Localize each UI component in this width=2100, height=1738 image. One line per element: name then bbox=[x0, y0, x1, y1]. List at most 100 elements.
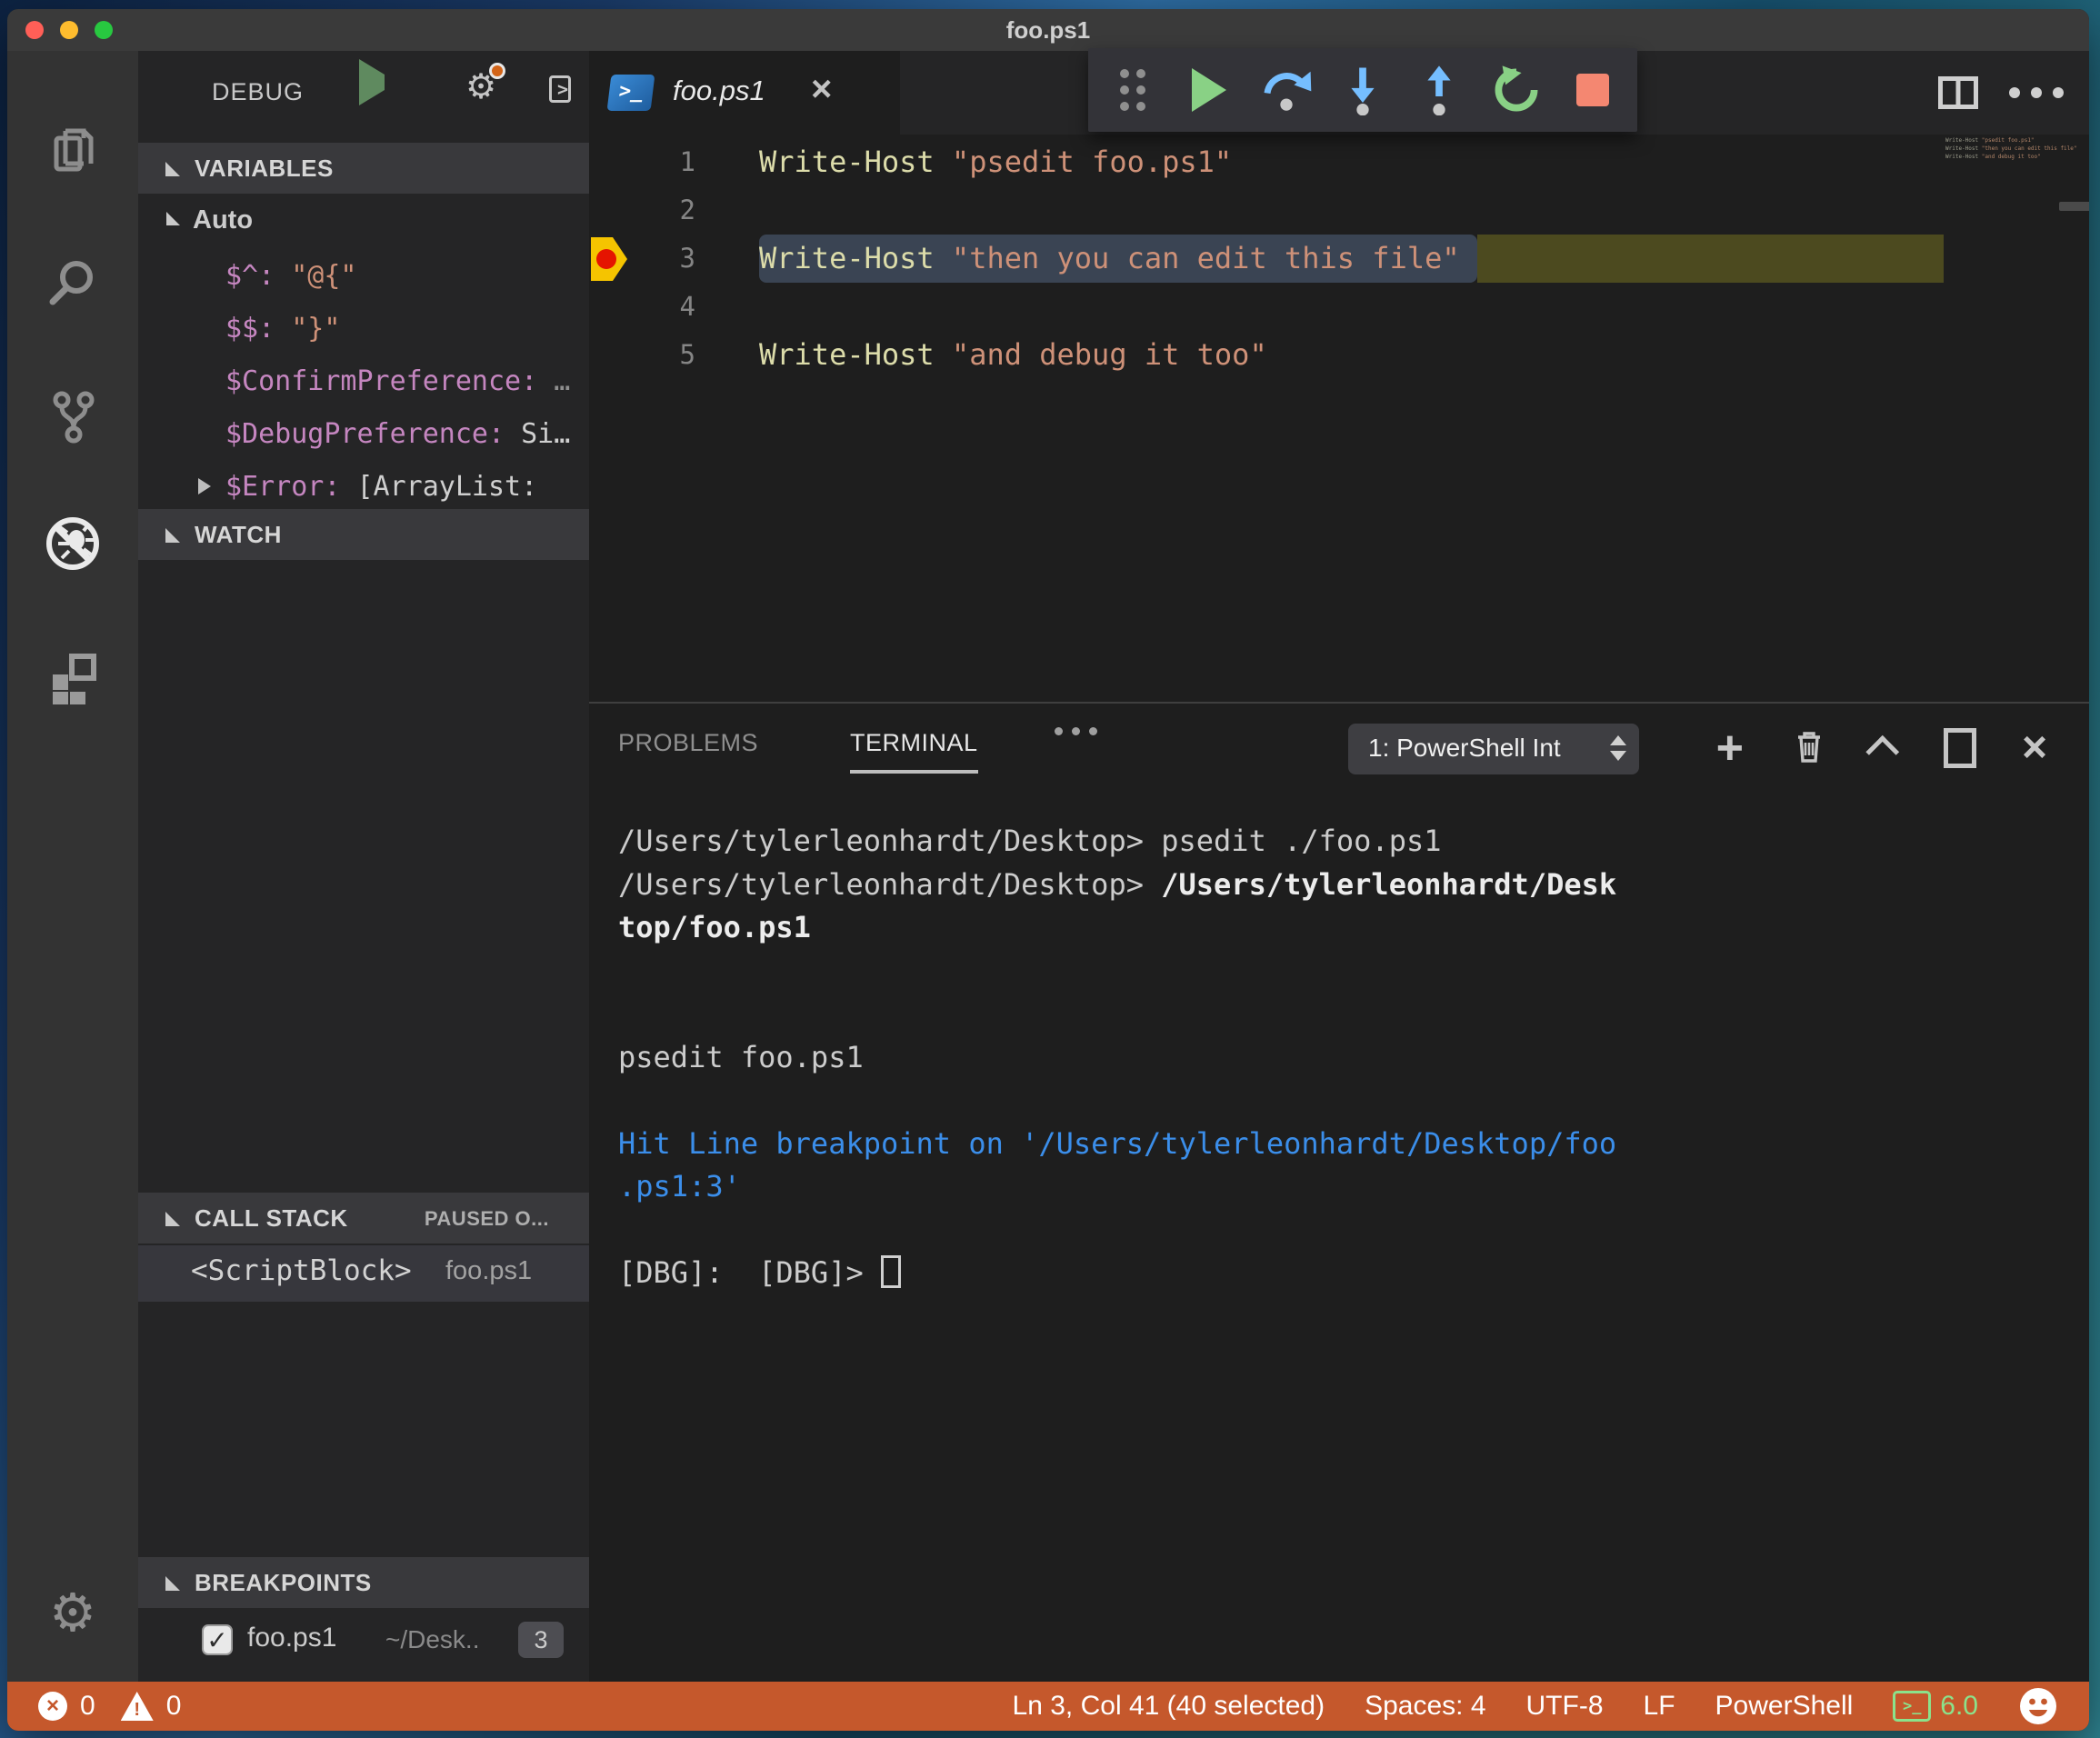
status-bar: × 0 ! 0 Ln 3, Col 41 (40 selected) Space… bbox=[7, 1682, 2089, 1731]
desktop-background: foo.ps1 ⚙ DEBUG ⚙ > VARIABLES Auto $^: "… bbox=[0, 0, 2100, 1738]
debug-toolbar bbox=[1088, 48, 1637, 132]
encoding[interactable]: UTF-8 bbox=[1526, 1691, 1604, 1722]
vscode-window: foo.ps1 ⚙ DEBUG ⚙ > VARIABLES Auto $^: "… bbox=[7, 9, 2089, 1731]
code-line[interactable]: 3 Write-Host "then you can edit this file… bbox=[589, 235, 2089, 283]
terminal-line: /Users/tylerleonhardt/Desktop> psedit ./… bbox=[618, 824, 1442, 858]
collapse-triangle-icon bbox=[165, 1212, 180, 1226]
errors-icon[interactable]: × bbox=[38, 1692, 67, 1721]
stop-button[interactable] bbox=[1565, 62, 1621, 118]
debug-sidebar: DEBUG ⚙ > VARIABLES Auto $^: "@{" $$: "}"… bbox=[138, 51, 589, 1682]
configure-gear-icon[interactable]: ⚙ bbox=[465, 63, 506, 104]
terminal-line: /Users/tylerleonhardt/Desktop> /Users/ty… bbox=[618, 866, 1617, 902]
panel-more-tabs-icon[interactable] bbox=[1055, 727, 1097, 735]
breakpoints-section-header[interactable]: BREAKPOINTS bbox=[138, 1557, 589, 1608]
line-number: 5 bbox=[679, 339, 695, 370]
debug-sidebar-header: DEBUG ⚙ > bbox=[138, 51, 589, 138]
terminal-line: psedit foo.ps1 bbox=[618, 1039, 864, 1074]
terminal-line: .ps1:3' bbox=[618, 1169, 741, 1204]
code-line[interactable]: 2 bbox=[589, 186, 2089, 235]
select-arrows-icon bbox=[1610, 735, 1626, 761]
collapse-triangle-icon bbox=[165, 528, 180, 543]
tab-problems[interactable]: PROBLEMS bbox=[618, 729, 758, 757]
debug-icon[interactable] bbox=[44, 514, 102, 573]
cursor-position[interactable]: Ln 3, Col 41 (40 selected) bbox=[1013, 1691, 1325, 1722]
restart-button[interactable] bbox=[1488, 62, 1545, 118]
breakpoint-checkbox[interactable]: ✓ bbox=[202, 1624, 233, 1655]
step-over-button[interactable] bbox=[1258, 62, 1315, 118]
call-stack-status: PAUSED O... bbox=[424, 1207, 549, 1230]
terminal-line: Hit Line breakpoint on '/Users/tylerleon… bbox=[618, 1125, 1617, 1161]
variable-row[interactable]: $Error: [ArrayList: bbox=[138, 464, 589, 509]
debug-console-icon[interactable]: > bbox=[549, 75, 572, 103]
editor-group: >_ foo.ps1 × 1 Write-Host "psedit foo.ps1… bbox=[589, 51, 2089, 1682]
step-out-button[interactable] bbox=[1411, 62, 1467, 118]
start-debug-icon[interactable] bbox=[359, 59, 385, 105]
toolbar-drag-handle[interactable] bbox=[1105, 62, 1161, 118]
maximize-panel-icon[interactable] bbox=[1865, 734, 1900, 769]
bottom-panel: PROBLEMS TERMINAL 1: PowerShell Int + × bbox=[589, 702, 2089, 1682]
terminal-select[interactable]: 1: PowerShell Int bbox=[1348, 724, 1639, 774]
powershell-version[interactable]: >_ 6.0 bbox=[1893, 1691, 1978, 1722]
variables-scope-auto[interactable]: Auto bbox=[138, 195, 589, 246]
tab-close-icon[interactable]: × bbox=[811, 69, 832, 110]
warnings-count[interactable]: 0 bbox=[166, 1691, 182, 1722]
gear-badge bbox=[489, 63, 506, 79]
split-terminal-icon[interactable] bbox=[1943, 728, 1976, 768]
code-line[interactable]: 4 bbox=[589, 283, 2089, 331]
terminal-line: [DBG]: [DBG]> bbox=[618, 1252, 2071, 1295]
language-mode[interactable]: PowerShell bbox=[1715, 1691, 1854, 1722]
variable-value: "@{" bbox=[291, 260, 357, 292]
breakpoint-line-badge: 3 bbox=[518, 1622, 564, 1658]
variable-row[interactable]: $^: "@{" bbox=[138, 253, 589, 304]
feedback-smiley-icon[interactable] bbox=[2018, 1686, 2058, 1726]
tab-foo-ps1[interactable]: >_ foo.ps1 × bbox=[589, 51, 900, 135]
variable-name: $$: bbox=[225, 313, 292, 345]
continue-button[interactable] bbox=[1181, 62, 1237, 118]
code-text: Write-Host "then you can edit this file" bbox=[759, 241, 1460, 275]
split-editor-icon[interactable] bbox=[1938, 76, 1978, 109]
sidebar-title: DEBUG bbox=[212, 78, 305, 105]
variable-row[interactable]: $DebugPreference: Si… bbox=[138, 411, 589, 462]
terminal-cursor bbox=[880, 1255, 901, 1288]
variable-row[interactable]: $$: "}" bbox=[138, 305, 589, 356]
expand-chevron-icon[interactable] bbox=[198, 478, 211, 494]
close-panel-icon[interactable]: × bbox=[2022, 726, 2047, 770]
title-bar: foo.ps1 bbox=[7, 9, 2089, 51]
watch-section-header[interactable]: WATCH bbox=[138, 509, 589, 560]
new-terminal-icon[interactable]: + bbox=[1716, 724, 1744, 772]
indentation[interactable]: Spaces: 4 bbox=[1365, 1691, 1485, 1722]
errors-count[interactable]: 0 bbox=[80, 1691, 95, 1722]
line-number: 3 bbox=[679, 243, 695, 274]
explorer-icon[interactable] bbox=[44, 120, 102, 178]
extensions-icon[interactable] bbox=[44, 649, 102, 707]
source-control-icon[interactable] bbox=[44, 387, 102, 445]
breakpoint-row[interactable]: ✓ foo.ps1 ~/Desk.. 3 bbox=[138, 1613, 589, 1670]
step-into-button[interactable] bbox=[1335, 62, 1391, 118]
search-icon[interactable] bbox=[44, 254, 102, 312]
variables-section-header[interactable]: VARIABLES bbox=[138, 143, 589, 194]
call-stack-frame-row[interactable]: <ScriptBlock> foo.ps1 bbox=[138, 1245, 589, 1302]
code-text: Write-Host "and debug it too" bbox=[759, 337, 1267, 372]
tab-terminal[interactable]: TERMINAL bbox=[850, 729, 978, 774]
editor-more-actions-icon[interactable] bbox=[2009, 87, 2064, 98]
variable-value: Si… bbox=[521, 418, 571, 450]
window-title: foo.ps1 bbox=[1005, 16, 1091, 44]
variable-name: $ConfirmPreference: bbox=[225, 365, 555, 397]
collapse-triangle-icon bbox=[165, 1576, 180, 1591]
warnings-icon[interactable]: ! bbox=[120, 1692, 154, 1721]
kill-terminal-icon[interactable] bbox=[1789, 726, 1829, 771]
powershell-terminal-icon: >_ bbox=[1893, 1691, 1932, 1722]
eol[interactable]: LF bbox=[1644, 1691, 1675, 1722]
call-stack-section-header[interactable]: CALL STACK PAUSED O... bbox=[138, 1193, 589, 1244]
code-line[interactable]: 1 Write-Host "psedit foo.ps1" bbox=[589, 138, 2089, 186]
code-line[interactable]: 5 Write-Host "and debug it too" bbox=[589, 331, 2089, 379]
settings-gear-icon[interactable]: ⚙ bbox=[44, 1583, 102, 1642]
code-editor[interactable]: 1 Write-Host "psedit foo.ps1" 2 3 Write-Host… bbox=[589, 135, 2089, 702]
variable-name: $^: bbox=[225, 260, 292, 292]
variable-row[interactable]: $ConfirmPreference: … bbox=[138, 358, 589, 409]
terminal-output[interactable]: /Users/tylerleonhardt/Desktop> psedit ./… bbox=[618, 820, 2071, 1295]
